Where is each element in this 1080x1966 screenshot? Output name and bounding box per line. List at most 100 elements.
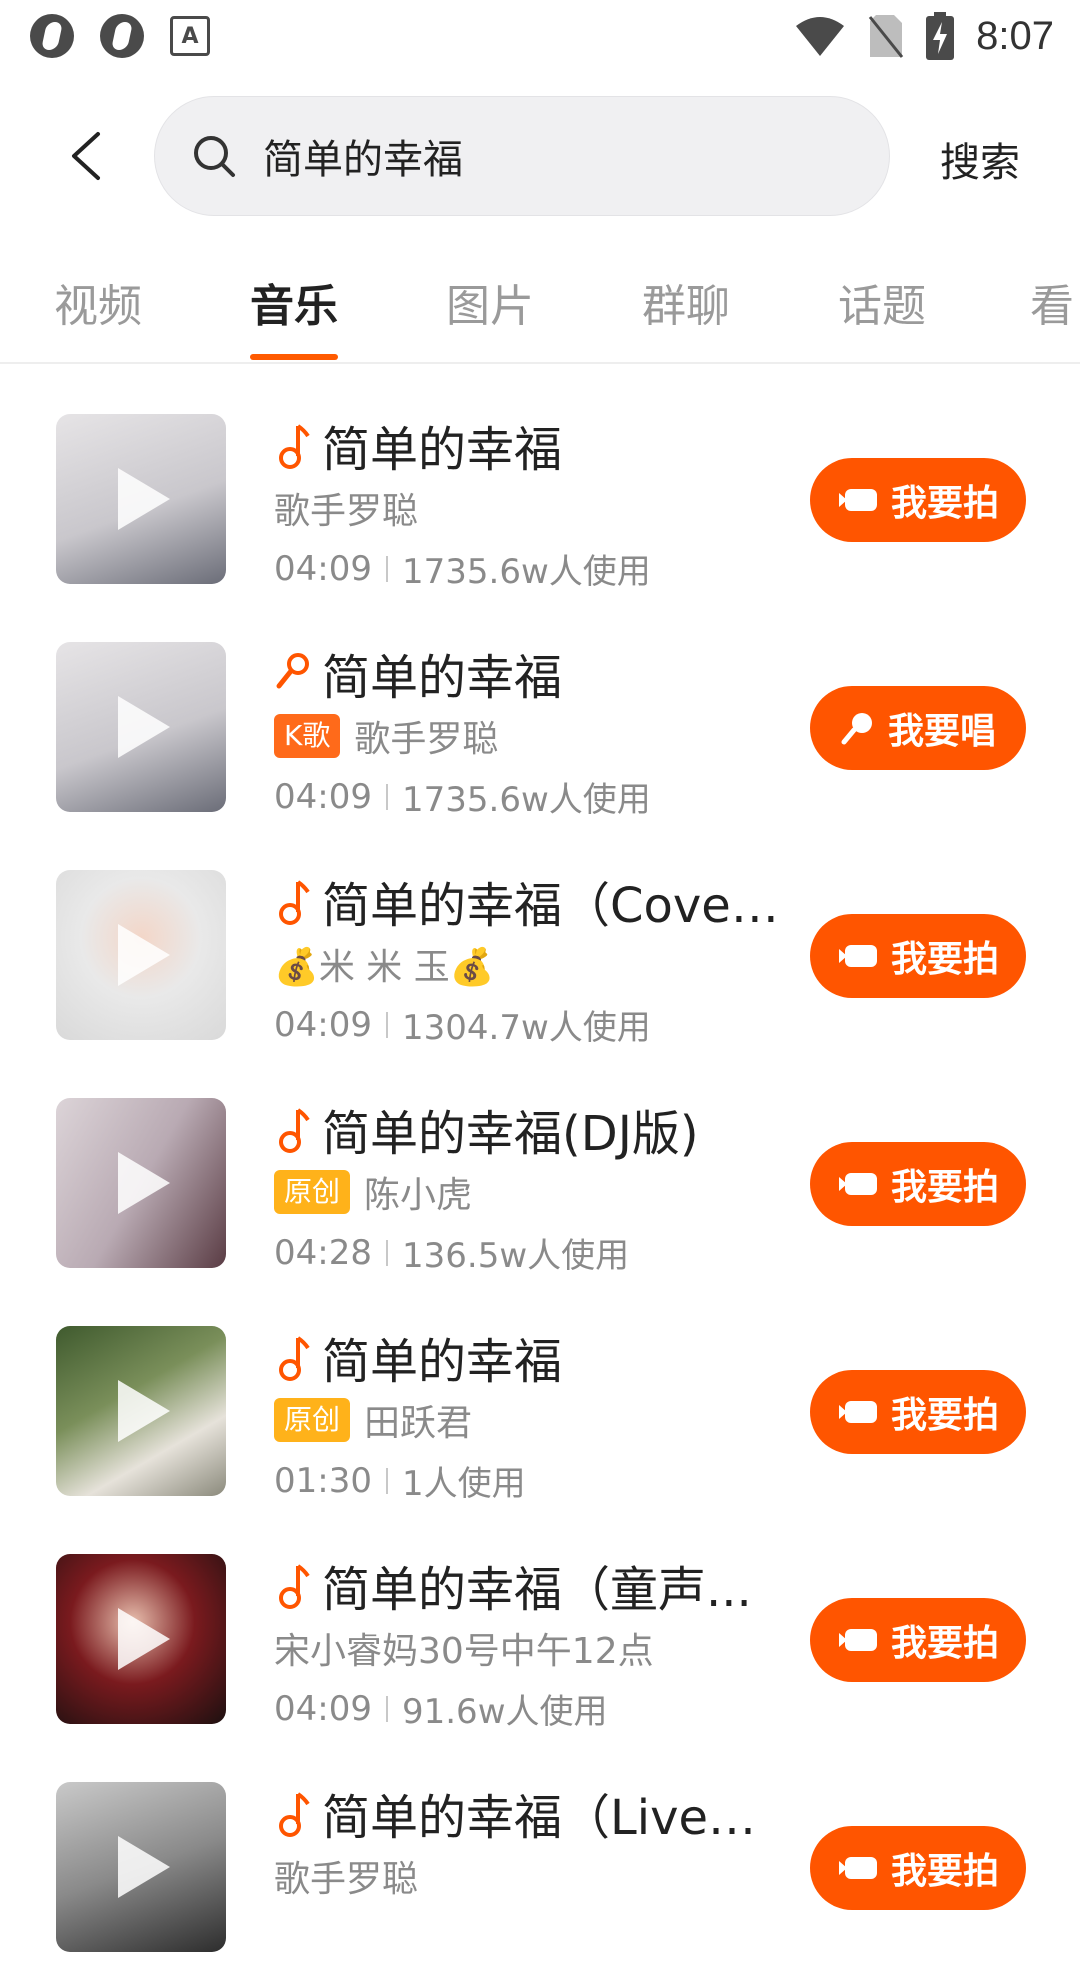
song-cover[interactable] xyxy=(56,414,226,584)
shoot-button[interactable]: 我要拍 xyxy=(810,1826,1026,1910)
song-meta: 04:09 91.6w人使用 xyxy=(274,1684,608,1733)
microphone-icon xyxy=(841,713,872,745)
play-icon xyxy=(118,1608,170,1670)
song-artist-line: 歌手罗聪 xyxy=(274,482,794,534)
shoot-button-label: 我要拍 xyxy=(890,1395,999,1436)
song-meta: 04:28 136.5w人使用 xyxy=(274,1228,629,1277)
shoot-button[interactable]: 我要拍 xyxy=(810,914,1026,998)
sing-button-label: 我要唱 xyxy=(887,711,996,752)
clock: 8:07 xyxy=(976,13,1054,58)
song-row[interactable]: 简单的幸福（Cover ... 💰米 米 玉💰 04:09 1304.7w人使用… xyxy=(0,826,1080,1054)
shoot-button-label: 我要拍 xyxy=(890,1851,999,1892)
search-input[interactable] xyxy=(261,119,845,193)
song-artist-line: 原创 陈小虎 xyxy=(274,1166,794,1218)
tab-images[interactable]: 图片 xyxy=(446,270,534,334)
shoot-button[interactable]: 我要拍 xyxy=(810,458,1026,542)
song-duration: 04:09 xyxy=(274,1004,372,1045)
tab-group-chat[interactable]: 群聊 xyxy=(642,270,730,334)
keyboard-a-icon: A xyxy=(170,16,210,56)
song-title-line: 简单的幸福 xyxy=(274,410,794,480)
song-cover[interactable] xyxy=(56,1782,226,1952)
song-usage: 1304.7w人使用 xyxy=(401,1008,651,1048)
song-artist-line: 原创 田跃君 xyxy=(274,1394,794,1446)
song-duration: 01:30 xyxy=(274,1460,372,1501)
shoot-button-label: 我要拍 xyxy=(890,1623,999,1664)
song-usage: 1735.6w人使用 xyxy=(401,780,651,820)
tab-video[interactable]: 视频 xyxy=(54,270,142,334)
song-title-line: 简单的幸福(DJ版) xyxy=(274,1094,794,1164)
meta-divider xyxy=(385,1695,388,1722)
song-title: 简单的幸福 xyxy=(322,650,563,706)
search-button[interactable]: 搜索 xyxy=(940,130,1020,188)
search-box[interactable] xyxy=(154,96,890,216)
app-notification-icon xyxy=(30,14,74,58)
sing-button[interactable]: 我要唱 xyxy=(810,686,1026,770)
song-cover[interactable] xyxy=(56,870,226,1040)
play-icon xyxy=(118,696,170,758)
back-arrow-icon[interactable] xyxy=(58,126,118,186)
original-tag: 原创 xyxy=(274,1398,351,1442)
song-usage: 1735.6w人使用 xyxy=(401,552,651,592)
battery-charging-icon xyxy=(926,12,955,60)
song-artist: 歌手罗聪 xyxy=(274,1859,419,1900)
video-camera-icon xyxy=(838,945,877,967)
tab-topics[interactable]: 话题 xyxy=(838,270,926,334)
song-cover[interactable] xyxy=(56,1554,226,1724)
karaoke-tag: K歌 xyxy=(274,714,341,758)
song-row[interactable]: 简单的幸福(DJ版) 原创 陈小虎 04:28 136.5w人使用 我要拍 xyxy=(0,1054,1080,1282)
song-artist: 歌手罗聪 xyxy=(354,719,499,760)
song-title: 简单的幸福（Live版... xyxy=(322,1790,794,1846)
song-artist: 歌手罗聪 xyxy=(274,491,419,532)
song-meta: 04:09 1304.7w人使用 xyxy=(274,1000,651,1049)
play-icon xyxy=(118,1152,170,1214)
song-artist: 宋小睿妈30号中午12点 xyxy=(274,1631,654,1672)
song-meta: 04:09 1735.6w人使用 xyxy=(274,772,651,821)
song-usage: 136.5w人使用 xyxy=(401,1236,630,1276)
meta-divider xyxy=(385,1011,388,1038)
shoot-button[interactable]: 我要拍 xyxy=(810,1598,1026,1682)
video-camera-icon xyxy=(838,1629,877,1651)
play-icon xyxy=(118,1380,170,1442)
song-duration: 04:28 xyxy=(274,1232,372,1273)
shoot-button[interactable]: 我要拍 xyxy=(810,1370,1026,1454)
status-bar: A 8:07 xyxy=(0,0,1080,72)
search-header: 搜索 xyxy=(0,96,1080,216)
meta-divider xyxy=(385,555,388,582)
song-artist-line: 宋小睿妈30号中午12点 xyxy=(274,1622,794,1674)
tab-watch[interactable]: 看 xyxy=(1030,270,1074,334)
song-row[interactable]: 简单的幸福 K歌 歌手罗聪 04:09 1735.6w人使用 我要唱 xyxy=(0,598,1080,826)
shoot-button[interactable]: 我要拍 xyxy=(810,1142,1026,1226)
meta-divider xyxy=(385,1467,388,1494)
song-title-line: 简单的幸福（Cover ... xyxy=(274,866,794,936)
tab-music[interactable]: 音乐 xyxy=(250,270,338,334)
song-meta: 01:30 1人使用 xyxy=(274,1456,526,1505)
song-title-line: 简单的幸福 xyxy=(274,638,794,708)
song-usage: 1人使用 xyxy=(401,1464,526,1504)
music-note-icon xyxy=(279,1108,310,1153)
song-row[interactable]: 简单的幸福（童声... 宋小睿妈30号中午12点 04:09 91.6w人使用 … xyxy=(0,1510,1080,1738)
result-tabs: 视频 音乐 图片 群聊 话题 看 xyxy=(0,262,1080,364)
microphone-icon xyxy=(276,653,309,689)
song-row[interactable]: 简单的幸福 歌手罗聪 04:09 1735.6w人使用 我要拍 xyxy=(0,370,1080,598)
video-camera-icon xyxy=(838,489,877,511)
play-icon xyxy=(118,924,170,986)
song-row[interactable]: 简单的幸福（Live版... 歌手罗聪 我要拍 xyxy=(0,1738,1080,1966)
song-row[interactable]: 简单的幸福 原创 田跃君 01:30 1人使用 我要拍 xyxy=(0,1282,1080,1510)
song-duration: 04:09 xyxy=(274,776,372,817)
music-note-icon xyxy=(279,880,310,925)
song-artist-line: 💰米 米 玉💰 xyxy=(274,938,794,990)
video-camera-icon xyxy=(838,1857,877,1879)
app-notification-icon xyxy=(100,14,144,58)
song-cover[interactable] xyxy=(56,1098,226,1268)
shoot-button-label: 我要拍 xyxy=(890,1167,999,1208)
wifi-icon xyxy=(796,17,845,56)
song-meta: 04:09 1735.6w人使用 xyxy=(274,544,651,593)
song-cover[interactable] xyxy=(56,1326,226,1496)
original-tag: 原创 xyxy=(274,1170,351,1214)
song-title: 简单的幸福(DJ版) xyxy=(322,1106,699,1162)
song-title: 简单的幸福（Cover ... xyxy=(322,878,794,934)
song-cover[interactable] xyxy=(56,642,226,812)
meta-divider xyxy=(385,1239,388,1266)
song-artist: 💰米 米 玉💰 xyxy=(274,947,495,988)
search-icon xyxy=(194,136,235,177)
